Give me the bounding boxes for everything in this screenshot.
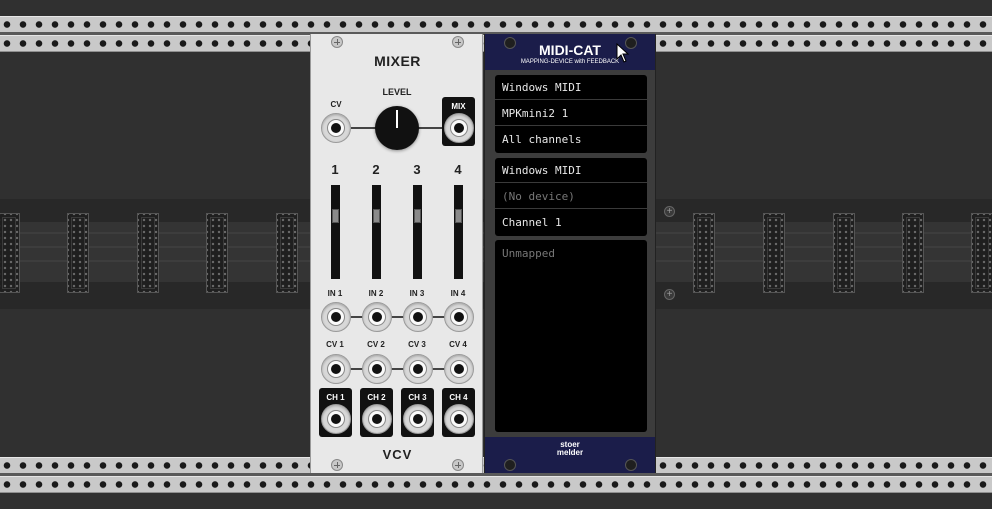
channel-number: 2 (372, 162, 380, 177)
blank-slot (693, 213, 715, 293)
ch-label: CH 1 (326, 393, 345, 402)
ch-label: CH 3 (408, 393, 427, 402)
ch-output-box: CH 3 (401, 388, 434, 437)
input-driver-select[interactable]: Windows MIDI (495, 75, 647, 100)
module-title: MIXER (374, 53, 421, 69)
channel-number: 1 (331, 162, 339, 177)
channel-number: 4 (454, 162, 462, 177)
screw-icon (504, 459, 516, 471)
ch-output-jack-4[interactable] (444, 404, 474, 434)
mapping-list[interactable]: Unmapped (495, 240, 647, 432)
level-knob[interactable] (375, 106, 419, 150)
ch-output-jack-2[interactable] (362, 404, 392, 434)
fader-handle[interactable] (373, 209, 380, 223)
in-label: IN 4 (450, 289, 466, 298)
rack-rail-top-1 (0, 16, 992, 33)
module-footer: stoer melder (485, 437, 655, 473)
ch-label: CH 4 (449, 393, 468, 402)
cv-label: CV (330, 100, 342, 109)
screw-icon (625, 459, 637, 471)
mixer-module[interactable]: MIXER CV LEVEL MIX 1 2 3 4 IN 1 IN 2 IN … (310, 34, 483, 473)
input-channel-select[interactable]: All channels (495, 127, 647, 152)
ch-output-jack-3[interactable] (403, 404, 433, 434)
cv-channel-label: CV 4 (449, 340, 467, 349)
midicat-module[interactable]: MIDI-CAT MAPPING-DEVICE with FEEDBACK Wi… (484, 34, 656, 473)
rack-rail-bottom-2 (0, 476, 992, 493)
screw-icon (452, 36, 464, 48)
blank-slot (67, 213, 89, 293)
fader-handle[interactable] (455, 209, 462, 223)
ch-output-box: CH 2 (360, 388, 393, 437)
mouse-cursor-icon (616, 43, 630, 63)
cv-jack-1[interactable] (321, 354, 351, 384)
cv-channel-label: CV 1 (326, 340, 344, 349)
cv-jack-3[interactable] (403, 354, 433, 384)
midi-output-display: Windows MIDI (No device) Channel 1 (495, 158, 647, 236)
blank-slot (833, 213, 855, 293)
channel-fader-4[interactable] (454, 185, 463, 279)
mix-label: MIX (451, 102, 466, 111)
output-channel-select[interactable]: Channel 1 (495, 210, 647, 235)
ch-output-box: CH 1 (319, 388, 352, 437)
channel-fader-3[interactable] (413, 185, 422, 279)
in-jack-1[interactable] (321, 302, 351, 332)
midi-input-display: Windows MIDI MPKmini2 1 All channels (495, 75, 647, 153)
in-label: IN 1 (327, 289, 343, 298)
screw-icon: + (664, 206, 675, 217)
cv-channel-label: CV 2 (367, 340, 385, 349)
blank-slot (137, 213, 159, 293)
cv-jack-2[interactable] (362, 354, 392, 384)
ch-output-box: CH 4 (442, 388, 475, 437)
ch-label: CH 2 (367, 393, 386, 402)
cv-jack-4[interactable] (444, 354, 474, 384)
output-driver-select[interactable]: Windows MIDI (495, 158, 647, 183)
mix-output-box: MIX (442, 97, 475, 146)
cv-channel-label: CV 3 (408, 340, 426, 349)
wire-line (336, 316, 461, 318)
in-jack-4[interactable] (444, 302, 474, 332)
blank-slot (206, 213, 228, 293)
screw-icon (331, 36, 343, 48)
brand-line-2: melder (556, 448, 584, 457)
channel-fader-1[interactable] (331, 185, 340, 279)
blank-slot (763, 213, 785, 293)
blank-slot (276, 213, 298, 293)
channel-fader-2[interactable] (372, 185, 381, 279)
mapping-status[interactable]: Unmapped (502, 247, 555, 260)
screw-icon: + (664, 289, 675, 300)
fader-handle[interactable] (414, 209, 421, 223)
channel-number: 3 (413, 162, 421, 177)
fader-handle[interactable] (332, 209, 339, 223)
in-label: IN 3 (409, 289, 425, 298)
in-jack-3[interactable] (403, 302, 433, 332)
blank-slot (0, 213, 20, 293)
output-device-select[interactable]: (No device) (495, 184, 647, 209)
in-jack-2[interactable] (362, 302, 392, 332)
blank-slot (971, 213, 992, 293)
cv-jack[interactable] (321, 113, 351, 143)
input-device-select[interactable]: MPKmini2 1 (495, 101, 647, 126)
vcv-logo: VCV (382, 447, 413, 462)
mix-output-jack[interactable] (444, 113, 474, 143)
level-label: LEVEL (382, 87, 412, 97)
wire-line (336, 368, 461, 370)
in-label: IN 2 (368, 289, 384, 298)
ch-output-jack-1[interactable] (321, 404, 351, 434)
blank-slot (902, 213, 924, 293)
